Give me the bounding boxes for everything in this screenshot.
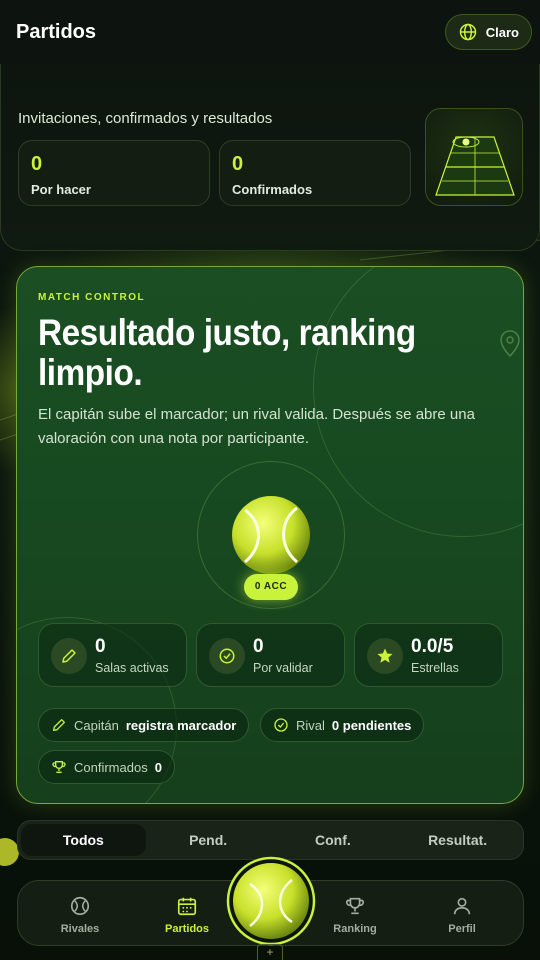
metric-label: Salas activas bbox=[95, 661, 169, 675]
nav-item-partidos[interactable]: Partidos bbox=[147, 895, 227, 935]
metric-value: 0 bbox=[253, 636, 264, 657]
nav-label: Perfil bbox=[448, 923, 476, 935]
chip-key: Confirmados bbox=[74, 759, 148, 775]
user-icon bbox=[453, 897, 471, 915]
match-control-card: MATCH CONTROL Resultado justo, ranking l… bbox=[16, 266, 524, 804]
nav-label: Ranking bbox=[333, 923, 377, 935]
pencil-icon bbox=[53, 719, 65, 731]
acc-badge: 0 ACC bbox=[244, 574, 298, 600]
metric-estrellas[interactable]: 0.0/5 Estrellas bbox=[354, 623, 503, 687]
chip-capitan[interactable]: Capitán registra marcador bbox=[38, 708, 250, 742]
trophy-icon bbox=[346, 897, 364, 915]
stat-confirmados[interactable]: 0 Confirmados bbox=[219, 140, 411, 206]
tab-resultados[interactable]: Resultat. bbox=[395, 824, 520, 856]
nav-label: Partidos bbox=[164, 923, 209, 935]
stat-value: 0 bbox=[31, 153, 43, 175]
theme-toggle-label: Claro bbox=[485, 24, 519, 40]
tab-pendientes[interactable]: Pend. bbox=[146, 824, 271, 856]
pencil-icon bbox=[51, 638, 87, 674]
chip-value: registra marcador bbox=[125, 717, 237, 733]
ball-icon bbox=[70, 896, 90, 916]
tennis-ball-icon bbox=[226, 856, 316, 946]
chip-key: Capitán bbox=[74, 717, 119, 733]
eyebrow-label: MATCH CONTROL bbox=[38, 292, 146, 303]
stat-label: Confirmados bbox=[232, 182, 313, 197]
map-pin-icon bbox=[500, 330, 520, 358]
tab-todos[interactable]: Todos bbox=[21, 824, 146, 856]
chip-rival[interactable]: Rival 0 pendientes bbox=[260, 708, 425, 742]
chip-key: Rival bbox=[296, 717, 325, 733]
check-circle-icon bbox=[209, 638, 245, 674]
chip-value: 0 bbox=[154, 759, 162, 775]
top-header: Partidos Claro bbox=[0, 0, 540, 64]
globe-icon bbox=[459, 23, 477, 41]
metric-label: Estrellas bbox=[411, 661, 459, 675]
nav-label: Rivales bbox=[60, 923, 100, 935]
decorative-ring bbox=[313, 267, 523, 537]
card-heading: Resultado justo, ranking limpio. bbox=[38, 312, 416, 393]
check-circle-icon bbox=[274, 718, 288, 732]
plus-icon: + bbox=[257, 944, 283, 960]
metric-por-validar[interactable]: 0 Por validar bbox=[196, 623, 345, 687]
chip-confirmados[interactable]: Confirmados 0 bbox=[38, 750, 175, 784]
chip-value: 0 pendientes bbox=[331, 717, 412, 733]
tennis-court-icon bbox=[435, 136, 515, 196]
court-illustration bbox=[425, 108, 523, 206]
theme-toggle-button[interactable]: Claro bbox=[444, 14, 532, 50]
card-description: El capitán sube el marcador; un rival va… bbox=[38, 406, 475, 447]
page-title: Partidos bbox=[16, 20, 97, 43]
nav-item-perfil[interactable]: Perfil bbox=[422, 895, 502, 935]
stat-value: 0 bbox=[232, 153, 244, 175]
metric-label: Por validar bbox=[253, 661, 313, 675]
calendar-icon bbox=[177, 897, 197, 916]
metric-value: 0.0/5 bbox=[411, 636, 454, 657]
nav-item-ranking[interactable]: Ranking bbox=[315, 895, 395, 935]
metric-value: 0 bbox=[95, 636, 106, 657]
trophy-icon bbox=[52, 761, 66, 773]
stat-por-hacer[interactable]: 0 Por hacer bbox=[18, 140, 210, 206]
center-ball-button[interactable] bbox=[226, 856, 316, 946]
filter-tabs: Todos Pend. Conf. Resultat. bbox=[17, 820, 524, 860]
metric-salas-activas[interactable]: 0 Salas activas bbox=[38, 623, 187, 687]
star-icon bbox=[367, 638, 403, 674]
tab-confirmados[interactable]: Conf. bbox=[271, 824, 396, 856]
nav-item-rivales[interactable]: Rivales bbox=[40, 895, 120, 935]
stat-label: Por hacer bbox=[31, 182, 91, 197]
summary-card: Invitaciones, confirmados y resultados 0… bbox=[0, 64, 540, 251]
summary-subtitle: Invitaciones, confirmados y resultados bbox=[18, 110, 273, 127]
